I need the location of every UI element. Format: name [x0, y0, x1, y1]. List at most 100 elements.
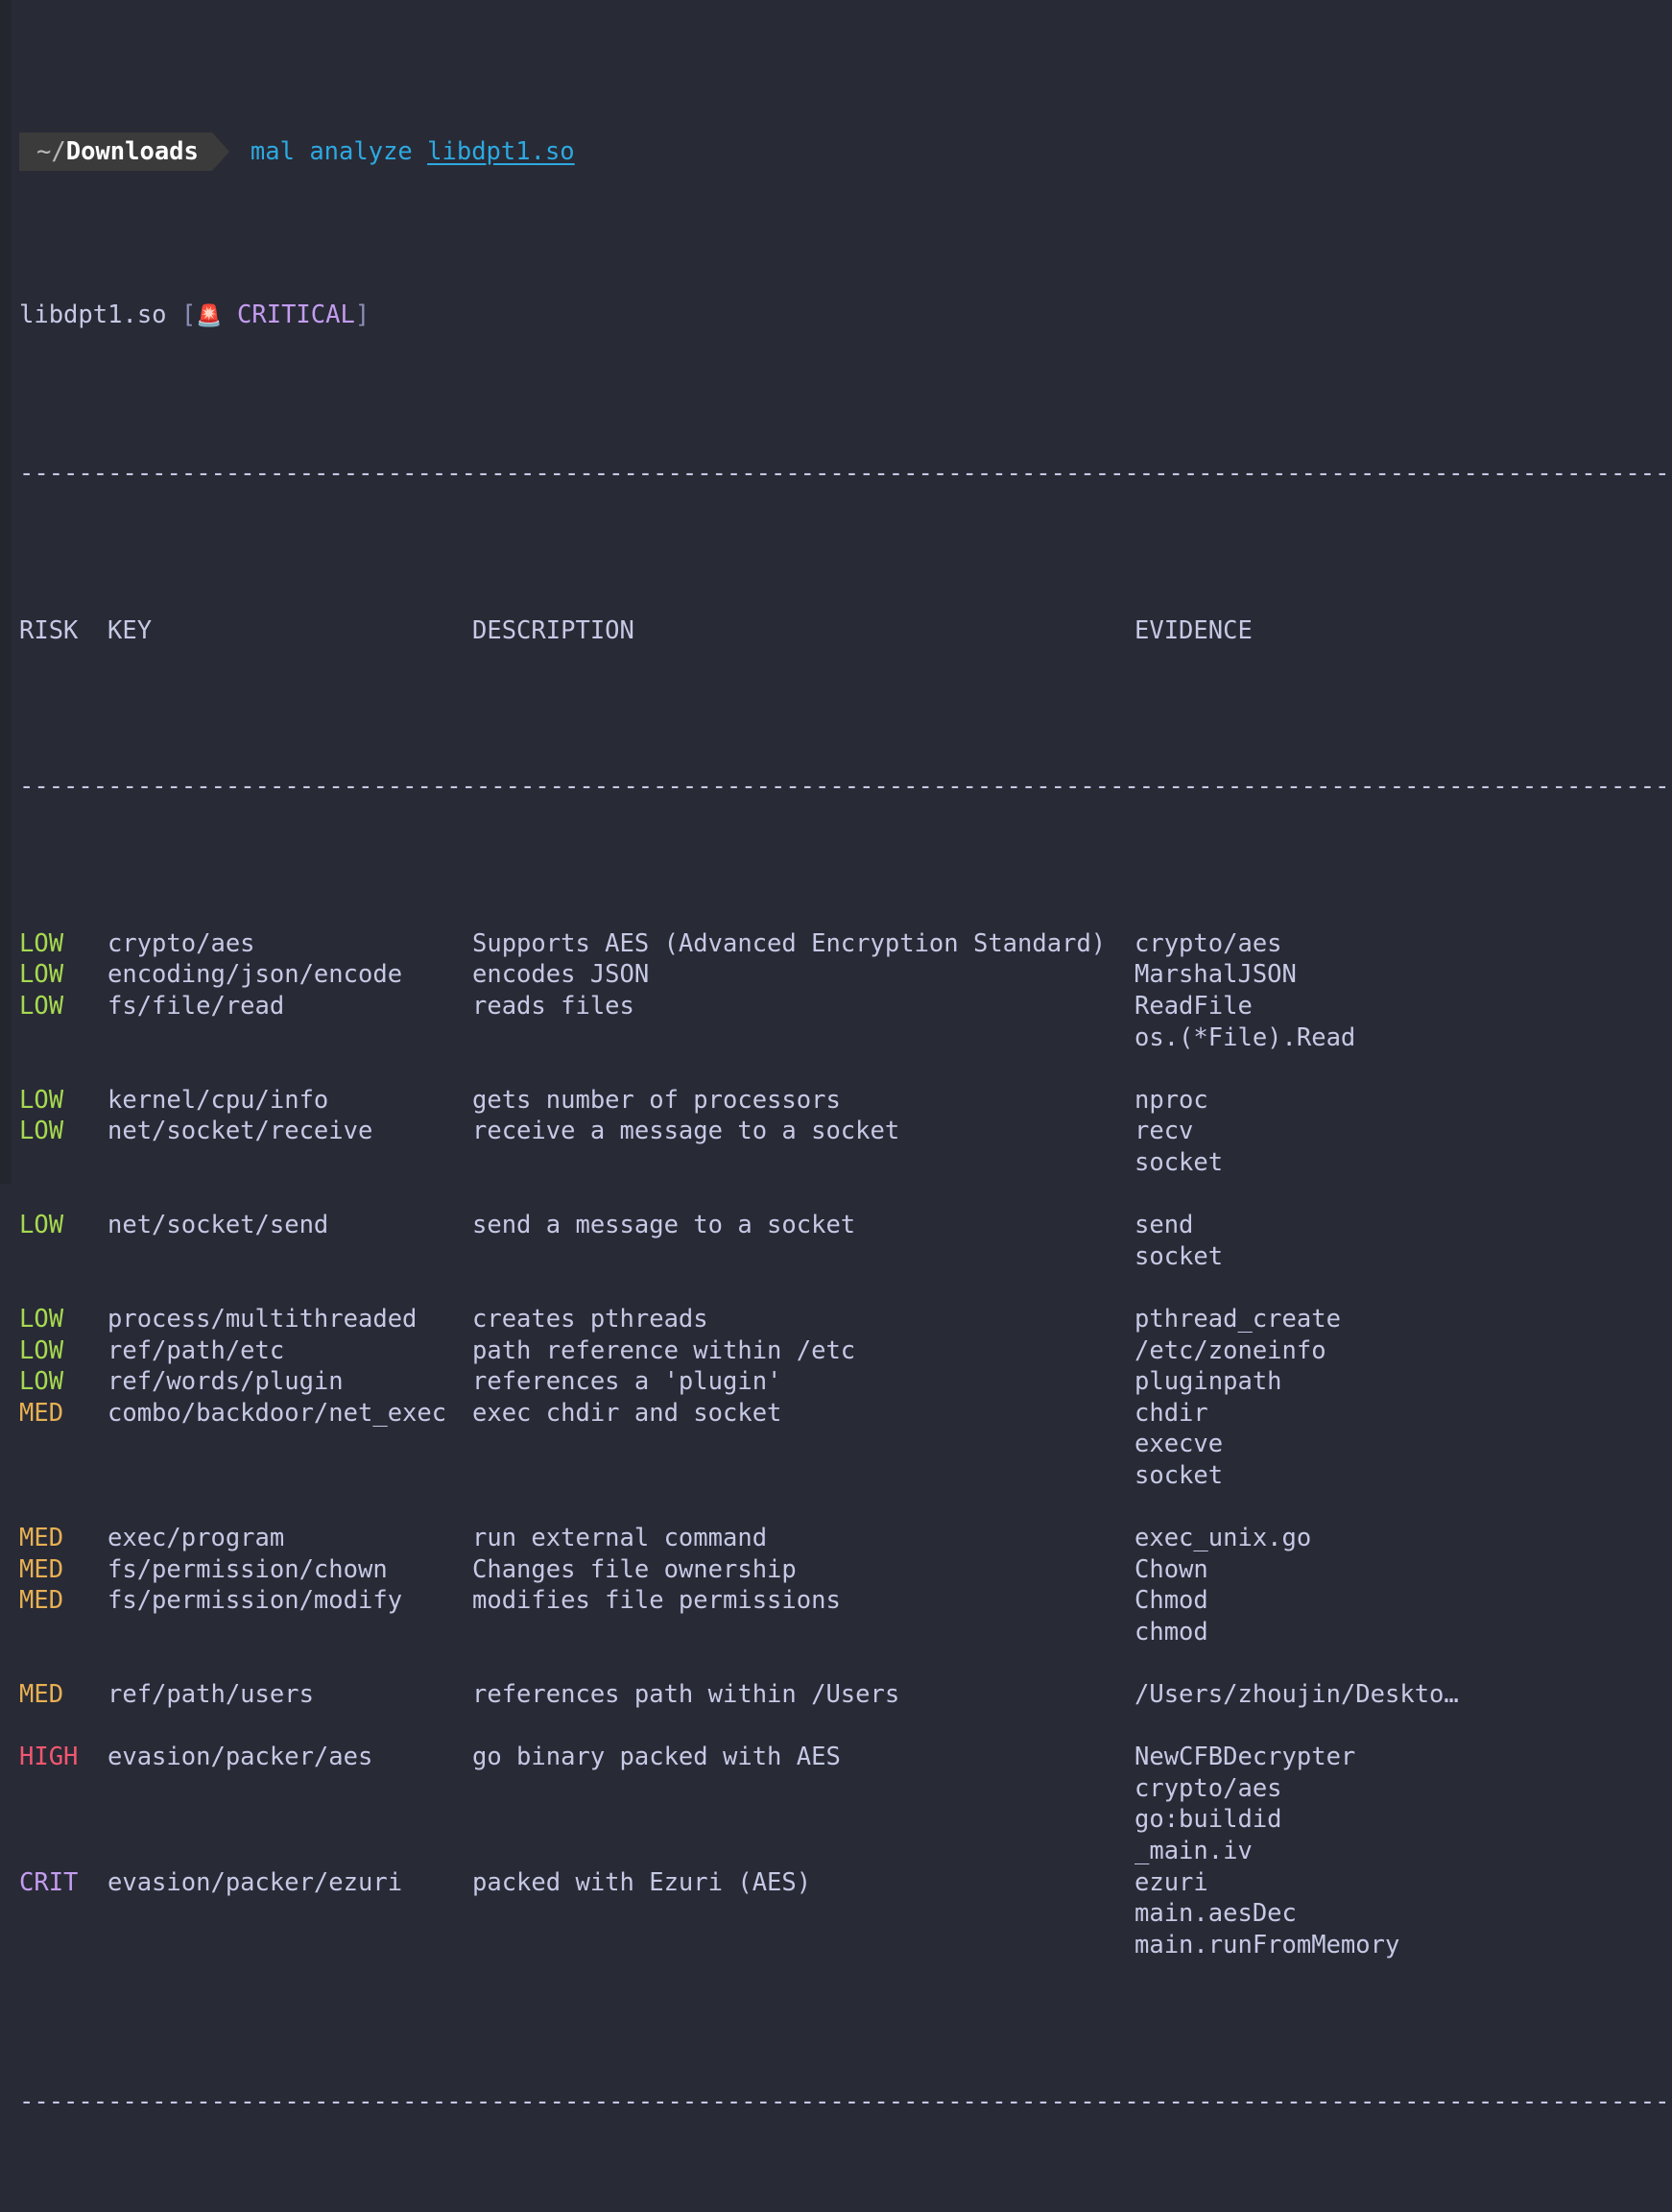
- table-row: LOW net/socket/send send a message to a so…: [19, 1210, 1672, 1241]
- cell-description: references path within /Users: [472, 1680, 900, 1710]
- cell-key: fs/file/read: [107, 992, 285, 1022]
- cell-risk: LOW: [19, 1117, 64, 1146]
- command-name: mal: [250, 137, 295, 167]
- table-row-continuation: main.runFromMemory: [19, 1930, 1672, 1961]
- analyzed-filename: libdpt1.so: [19, 300, 167, 329]
- cell-key: net/socket/receive: [107, 1117, 373, 1146]
- cell-risk: CRIT: [19, 1867, 79, 1897]
- cell-evidence: chdir: [1135, 1398, 1208, 1428]
- cell-risk: MED: [19, 1398, 64, 1428]
- cell-evidence: Chmod: [1135, 1586, 1208, 1616]
- table-row: LOW kernel/cpu/info gets number of process…: [19, 1085, 1672, 1117]
- table-row-continuation: execve: [19, 1429, 1672, 1460]
- cell-evidence: ReadFile: [1135, 992, 1253, 1022]
- table-row-continuation: os.(*File).Read: [19, 1022, 1672, 1054]
- cell-evidence: Chown: [1135, 1554, 1208, 1584]
- table-row-continuation: socket: [19, 1460, 1672, 1492]
- row-spacer: [19, 1492, 1672, 1524]
- table-row: MED fs/permission/chown Changes file owner…: [19, 1554, 1672, 1586]
- cell-evidence: NewCFBDecrypter: [1135, 1743, 1356, 1772]
- prompt-directory: Downloads: [65, 137, 199, 167]
- cell-key: exec/program: [107, 1524, 285, 1553]
- column-header-key: KEY: [107, 615, 153, 645]
- command-line: mal analyze libdpt1.so: [251, 136, 575, 168]
- cell-description: go binary packed with AES: [472, 1743, 841, 1772]
- cell-risk: MED: [19, 1554, 64, 1584]
- prompt-tilde: ~: [36, 137, 52, 167]
- cell-evidence: chmod: [1135, 1617, 1208, 1647]
- command-argument[interactable]: libdpt1.so: [427, 137, 575, 166]
- cell-key: fs/permission/modify: [107, 1586, 403, 1616]
- cell-description: receive a message to a socket: [472, 1117, 900, 1146]
- cell-risk: MED: [19, 1680, 64, 1710]
- cell-evidence: pthread_create: [1135, 1304, 1341, 1334]
- row-spacer: [19, 1179, 1672, 1211]
- table-row-continuation: _main.iv: [19, 1836, 1672, 1867]
- table-row: LOW encoding/json/encode encodes JSON Marsh…: [19, 959, 1672, 991]
- cell-evidence: main.aesDec: [1135, 1899, 1297, 1929]
- cell-evidence: execve: [1135, 1430, 1224, 1459]
- table-row-continuation: crypto/aes: [19, 1773, 1672, 1805]
- cell-risk: HIGH: [19, 1743, 79, 1772]
- cell-evidence: send: [1135, 1211, 1194, 1240]
- cell-risk: LOW: [19, 992, 64, 1022]
- cell-description: references a 'plugin': [472, 1367, 782, 1397]
- cell-evidence: recv: [1135, 1117, 1194, 1146]
- verdict-badge: CRITICAL: [237, 300, 355, 329]
- prompt-arrow-icon: [211, 132, 229, 172]
- cell-description: reads files: [472, 992, 634, 1022]
- cell-description: gets number of processors: [472, 1085, 841, 1115]
- cell-evidence: /etc/zoneinfo: [1135, 1335, 1326, 1365]
- row-spacer: [19, 1711, 1672, 1743]
- table-row-continuation: main.aesDec: [19, 1898, 1672, 1930]
- cell-evidence: main.runFromMemory: [1135, 1930, 1400, 1960]
- table-row: LOW net/socket/receive receive a message t…: [19, 1116, 1672, 1147]
- cell-risk: LOW: [19, 1211, 64, 1240]
- cell-risk: MED: [19, 1524, 64, 1553]
- cell-description: creates pthreads: [472, 1304, 708, 1334]
- table-header-row: RISK KEY DESCRIPTION EVIDENCE: [19, 615, 1672, 647]
- table-row: MED fs/permission/modify modifies file per…: [19, 1585, 1672, 1617]
- cell-key: ref/path/users: [107, 1680, 314, 1710]
- cell-risk: MED: [19, 1586, 64, 1616]
- table-row: CRIT evasion/packer/ezuri packed with Ezur…: [19, 1867, 1672, 1899]
- cell-key: combo/backdoor/net_exec: [107, 1398, 447, 1428]
- cell-evidence: ezuri: [1135, 1867, 1208, 1897]
- cell-key: evasion/packer/ezuri: [107, 1867, 403, 1897]
- cell-evidence: crypto/aes: [1135, 928, 1282, 958]
- table-row: MED ref/path/users references path within …: [19, 1679, 1672, 1711]
- cell-description: send a message to a socket: [472, 1211, 856, 1240]
- row-spacer: [19, 1053, 1672, 1085]
- cell-key: net/socket/send: [107, 1211, 329, 1240]
- table-row: LOW process/multithreaded creates pthreads…: [19, 1304, 1672, 1335]
- table-row-continuation: socket: [19, 1147, 1672, 1179]
- cell-description: encodes JSON: [472, 960, 650, 990]
- column-header-risk: RISK: [19, 615, 79, 645]
- cell-evidence: exec_unix.go: [1135, 1524, 1312, 1553]
- cell-evidence: _main.iv: [1135, 1837, 1253, 1866]
- cell-key: ref/path/etc: [107, 1335, 285, 1365]
- row-spacer: [19, 1272, 1672, 1304]
- cell-description: modifies file permissions: [472, 1586, 841, 1616]
- cell-description: Changes file ownership: [472, 1554, 797, 1584]
- cell-description: exec chdir and socket: [472, 1398, 782, 1428]
- column-header-evidence: EVIDENCE: [1135, 615, 1253, 645]
- table-row: HIGH evasion/packer/aes go binary packed w…: [19, 1742, 1672, 1773]
- result-header: libdpt1.so [🚨 CRITICAL]: [19, 299, 1672, 333]
- cell-evidence: crypto/aes: [1135, 1773, 1282, 1803]
- open-bracket: [: [180, 300, 197, 329]
- table-row: LOW ref/words/plugin references a 'plugin'…: [19, 1366, 1672, 1398]
- cell-description: Supports AES (Advanced Encryption Standa…: [472, 928, 1107, 958]
- cell-evidence: socket: [1135, 1460, 1224, 1490]
- cell-risk: LOW: [19, 1335, 64, 1365]
- cell-key: crypto/aes: [107, 928, 255, 958]
- terminal-window: ~ / Downloads mal analyze libdpt1.so libdp…: [0, 0, 1672, 2116]
- cell-key: evasion/packer/aes: [107, 1743, 373, 1772]
- close-bracket: ]: [354, 300, 370, 329]
- cell-evidence: os.(*File).Read: [1135, 1022, 1356, 1052]
- row-spacer: [19, 1648, 1672, 1680]
- command-subcommand: analyze: [309, 137, 413, 167]
- siren-icon: 🚨: [196, 303, 223, 328]
- prompt-line: ~ / Downloads mal analyze libdpt1.so: [19, 132, 1672, 172]
- cell-key: kernel/cpu/info: [107, 1085, 329, 1115]
